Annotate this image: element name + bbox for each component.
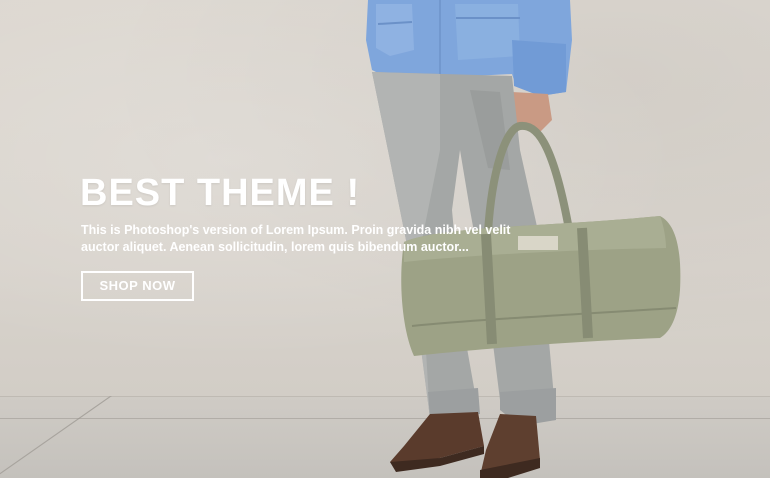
shoes: [390, 412, 540, 478]
shop-now-button[interactable]: SHOP NOW: [81, 271, 194, 301]
hero-content: BEST THEME ! This is Photoshop's version…: [80, 172, 550, 301]
hero-banner: BEST THEME ! This is Photoshop's version…: [0, 0, 770, 478]
hero-title: BEST THEME !: [80, 172, 361, 214]
hero-description: This is Photoshop's version of Lorem Ips…: [81, 223, 511, 254]
